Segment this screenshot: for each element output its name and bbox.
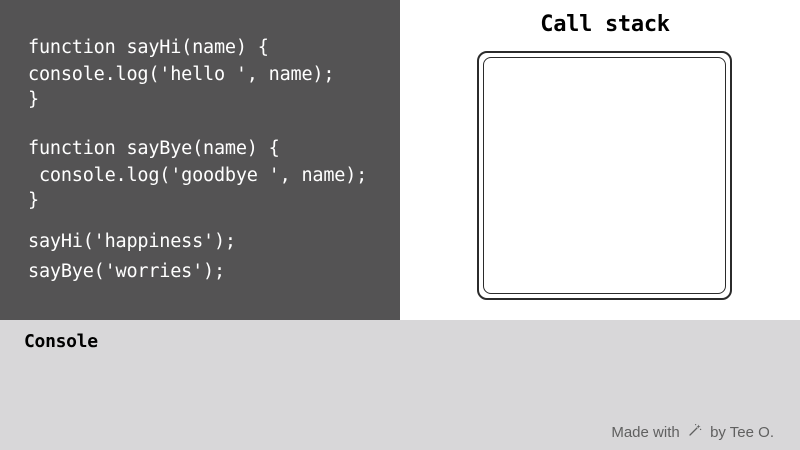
credit-suffix: by Tee O.	[710, 423, 774, 441]
code-line: sayHi('happiness');	[28, 231, 236, 252]
credit-text: Made with by Tee O.	[611, 423, 774, 443]
call-stack-title: Call stack	[540, 12, 670, 37]
code-line: }	[28, 190, 39, 211]
magic-wand-icon	[688, 423, 702, 441]
console-title: Console	[24, 331, 98, 352]
code-line: function sayBye(name) {	[28, 138, 280, 159]
call-stack-panel: Call stack	[400, 0, 800, 320]
call-stack-container	[477, 51, 732, 300]
console-panel: Console Made with by Tee O.	[0, 320, 800, 450]
code-line: sayBye('worries');	[28, 261, 225, 282]
code-line: function sayHi(name) {	[28, 37, 269, 58]
code-line: console.log('hello ', name);	[28, 64, 335, 85]
code-panel: function sayHi(name) { console.log('hell…	[0, 0, 400, 320]
code-line: }	[28, 89, 39, 110]
call-stack-area	[483, 57, 726, 294]
code-line: console.log('goodbye ', name);	[28, 165, 368, 186]
credit-prefix: Made with	[611, 423, 680, 441]
